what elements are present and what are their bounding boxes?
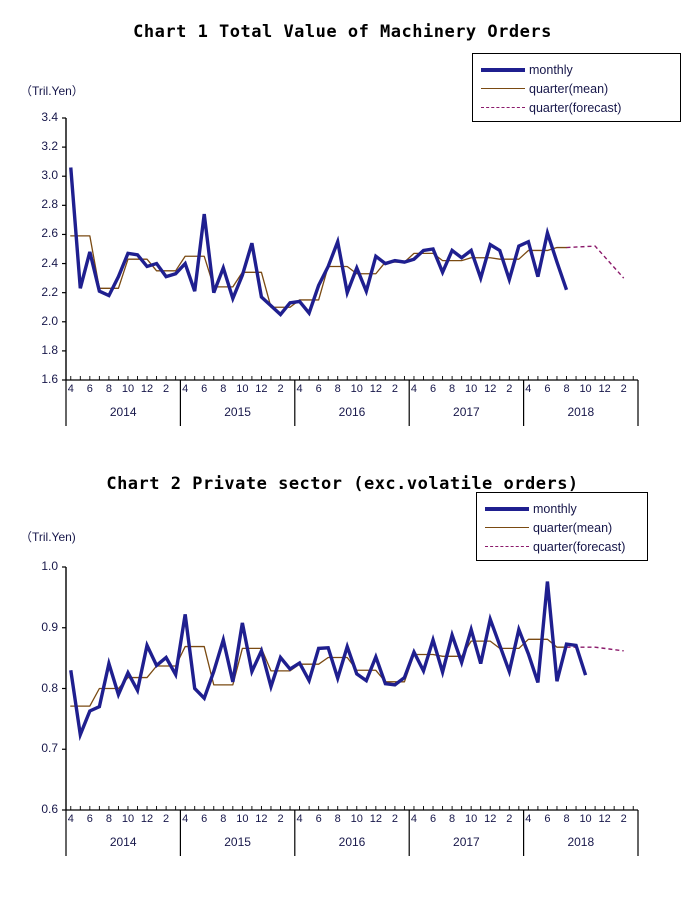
y-axis-tick-label: 0.9	[41, 619, 58, 634]
x-axis-year-label: 2016	[338, 835, 366, 849]
y-axis-tick-label: 0.8	[41, 680, 58, 695]
chart-1-panel: Chart 1 Total Value of Machinery Orders …	[0, 0, 685, 452]
y-axis-tick-label: 3.2	[41, 139, 58, 154]
y-axis-tick-label: 1.8	[41, 342, 58, 357]
y-axis-tick-label: 1.6	[41, 372, 58, 386]
y-axis-tick-label: 0.6	[41, 802, 58, 816]
x-axis-year-label: 2015	[224, 405, 251, 419]
x-axis-month-label: 2	[620, 383, 627, 395]
x-axis-year-label: 2015	[224, 835, 251, 849]
x-axis-year-label: 2014	[109, 405, 137, 419]
x-axis-year-label: 2017	[453, 835, 480, 849]
y-axis-tick-label: 1.0	[41, 559, 58, 573]
y-axis-tick-label: 3.4	[41, 110, 58, 124]
chart-2-panel: Chart 2 Private sector (exc.volatile ord…	[0, 452, 685, 903]
y-axis-tick-label: 3.0	[41, 168, 58, 183]
y-axis-tick-label: 2.2	[41, 284, 58, 299]
x-axis-month-label: 2	[620, 813, 627, 825]
x-axis-year-label: 2018	[567, 405, 595, 419]
x-axis-year-label: 2014	[109, 835, 137, 849]
y-axis-tick-label: 2.8	[41, 197, 58, 212]
y-axis-tick-label: 2.0	[41, 313, 58, 328]
x-axis-year-label: 2018	[567, 835, 595, 849]
y-axis-tick-label: 0.7	[41, 741, 58, 756]
x-axis-year-label: 2017	[453, 405, 480, 419]
x-axis-year-label: 2016	[338, 405, 366, 419]
y-axis-tick-label: 2.4	[41, 255, 58, 270]
y-axis-tick-label: 2.6	[41, 226, 58, 241]
